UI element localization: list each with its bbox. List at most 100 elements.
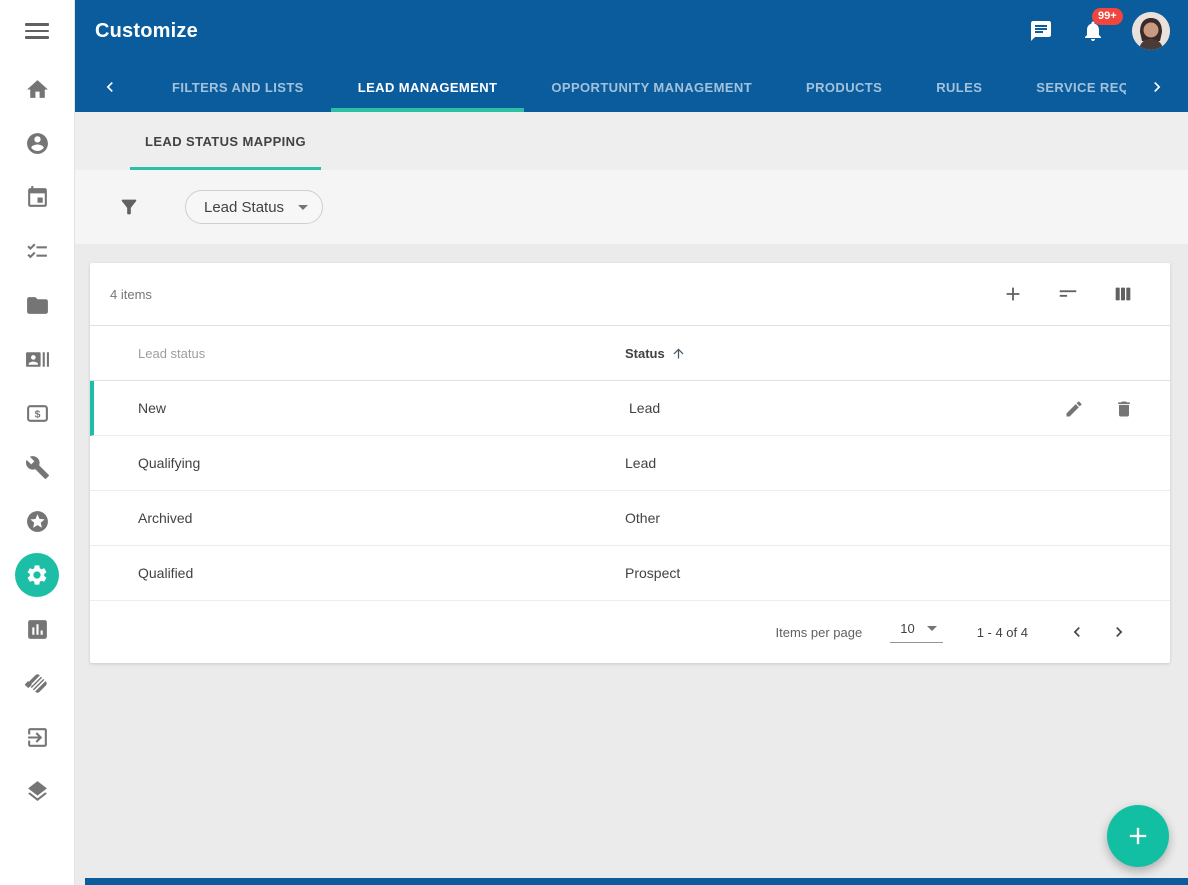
sidebar-item-settings-active[interactable] [0,548,74,602]
sidebar-item-contacts[interactable] [0,332,74,386]
chevron-left-icon [100,77,120,97]
next-page-button[interactable] [1098,612,1140,652]
previous-page-button[interactable] [1056,612,1098,652]
sidebar-item-tools[interactable] [0,440,74,494]
sort-asc-arrow-icon [671,346,686,361]
subtab-lead-status-mapping[interactable]: LEAD STATUS MAPPING [130,112,321,170]
contact-card-icon [25,347,50,372]
dollar-card-icon: $ [25,401,50,426]
table-row[interactable]: Qualified Prospect [90,546,1170,601]
table-row[interactable]: New Lead [90,381,1170,436]
filter-chip-label: Lead Status [204,199,284,216]
page-title: Customize [95,20,198,43]
tab-service-request-management[interactable]: SERVICE REQUEST MANAGEMENT [1009,62,1126,112]
items-per-page-label: Items per page [776,625,863,640]
hamburger-menu-button[interactable] [0,0,74,62]
sidebar-item-deals[interactable] [0,656,74,710]
plus-icon [1124,822,1152,850]
columns-button[interactable] [1112,283,1134,305]
home-icon [25,77,50,102]
sidebar-item-reports[interactable] [0,602,74,656]
app-header: Customize 99+ [75,0,1188,112]
table-header-row: Lead status Status [90,326,1170,381]
tab-products[interactable]: PRODUCTS [779,62,909,112]
filter-bar: Lead Status [75,170,1188,244]
svg-text:$: $ [34,409,40,420]
header-actions: 99+ [1028,12,1170,50]
page-size-value: 10 [900,621,914,636]
avatar-image [1132,12,1170,50]
column-header-lead-status[interactable]: Lead status [90,346,625,361]
notifications-button[interactable]: 99+ [1080,18,1106,44]
active-indicator-circle [15,553,59,597]
chevron-right-icon [1147,77,1167,97]
top-tab-bar: FILTERS AND LISTS LEAD MANAGEMENT OPPORT… [75,62,1188,112]
add-fab-button[interactable] [1107,805,1169,867]
layers-icon [25,779,50,804]
sign-in-icon [25,725,50,750]
star-circle-icon [25,509,50,534]
tabs-scroll-right-button[interactable] [1126,62,1188,112]
folder-icon [25,293,50,318]
checklist-icon [25,239,50,264]
wrench-icon [25,455,50,480]
calendar-icon [25,185,50,210]
card-toolbar: 4 items [90,263,1170,326]
delete-trash-button[interactable] [1114,399,1134,419]
tab-opportunity-management[interactable]: OPPORTUNITY MANAGEMENT [524,62,779,112]
chevron-down-icon [927,626,937,631]
app-window: $ [0,0,1188,885]
page-size-select[interactable]: 10 [890,621,942,643]
bottom-bar-edge [85,878,1188,885]
sidebar-item-account[interactable] [0,116,74,170]
cell-status: Other [625,510,1170,526]
handshake-icon [25,671,50,696]
title-bar: Customize 99+ [75,0,1188,62]
add-item-button[interactable] [1002,283,1024,305]
sidebar-item-files[interactable] [0,278,74,332]
gear-icon [25,563,49,587]
main-area: Customize 99+ [75,0,1188,885]
sidebar-item-login[interactable] [0,710,74,764]
sidebar-item-calendar[interactable] [0,170,74,224]
edit-pencil-button[interactable] [1064,399,1084,419]
cell-lead-status: Qualified [90,565,625,581]
chevron-left-icon [1067,622,1087,642]
hamburger-icon [25,19,49,43]
cell-lead-status: Qualifying [90,455,625,471]
lead-status-mapping-card: 4 items Lead status Status New [90,263,1170,663]
pagination-bar: Items per page 10 1 - 4 of 4 [90,601,1170,663]
left-sidebar: $ [0,0,75,885]
column-header-status[interactable]: Status [625,346,1170,361]
person-circle-icon [25,131,50,156]
tab-filters-and-lists[interactable]: FILTERS AND LISTS [145,62,331,112]
cell-status: Lead [625,455,1170,471]
cell-lead-status: Archived [90,510,625,526]
sort-button[interactable] [1057,283,1079,305]
cell-status: Prospect [625,565,1170,581]
messages-button[interactable] [1028,18,1054,44]
user-avatar[interactable] [1132,12,1170,50]
sidebar-item-invoices[interactable]: $ [0,386,74,440]
chevron-right-icon [1109,622,1129,642]
sidebar-item-collections[interactable] [0,764,74,818]
tab-rules[interactable]: RULES [909,62,1009,112]
page-range-label: 1 - 4 of 4 [977,625,1028,640]
sub-tab-bar: LEAD STATUS MAPPING [75,112,1188,170]
cell-lead-status: New [94,400,629,416]
tab-lead-management[interactable]: LEAD MANAGEMENT [331,62,525,112]
table-row[interactable]: Archived Other [90,491,1170,546]
table-row[interactable]: Qualifying Lead [90,436,1170,491]
items-count: 4 items [110,287,152,302]
content-area: 4 items Lead status Status New [75,244,1188,885]
lead-status-filter-chip[interactable]: Lead Status [185,190,323,224]
tabs-scroller: FILTERS AND LISTS LEAD MANAGEMENT OPPORT… [145,62,1126,112]
toolbar-actions [1002,283,1134,305]
sidebar-item-achievements[interactable] [0,494,74,548]
sidebar-item-tasks[interactable] [0,224,74,278]
row-actions [1064,381,1134,436]
notification-badge: 99+ [1092,8,1123,25]
tabs-scroll-left-button[interactable] [75,62,145,112]
sidebar-item-home[interactable] [0,62,74,116]
filter-funnel-icon[interactable] [118,196,140,218]
